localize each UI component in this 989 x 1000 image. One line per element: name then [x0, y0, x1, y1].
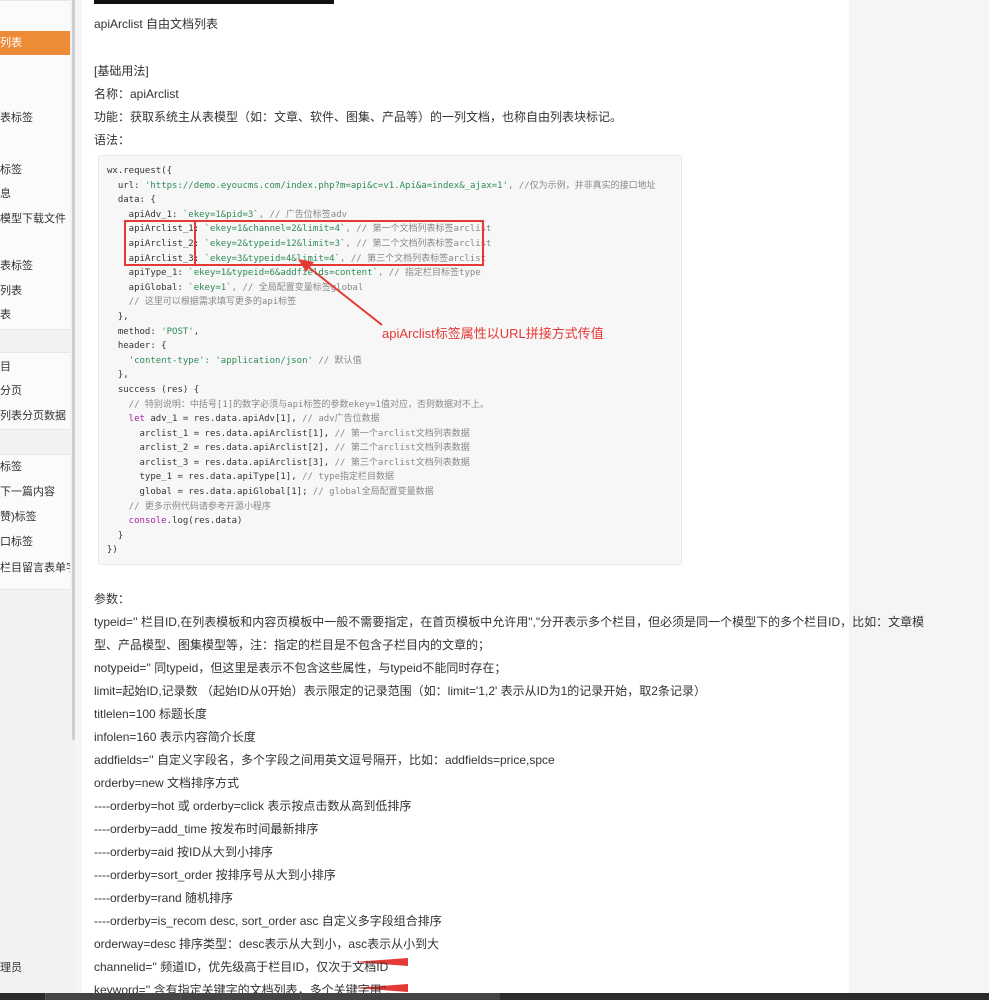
param-line: notypeid='' 同typeid，但这里是表示不包含这些属性，与typei…: [94, 661, 507, 675]
param-line: limit=起始ID,记录数 （起始ID从0开始）表示限定的记录范围（如：lim…: [94, 684, 706, 698]
sidebar-scrollbar[interactable]: [72, 0, 75, 740]
taskbar-button[interactable]: [45, 993, 180, 1000]
sidebar-item[interactable]: 表: [0, 307, 70, 323]
param-line: 型、产品模型、图集模型等，注：指定的栏目是不包含子栏目内的文章的；: [94, 638, 491, 652]
sidebar-item[interactable]: 表标签: [0, 110, 70, 126]
left-sidebar: 列表 表标签 标签 息 模型下载文件 表标签 列表 表 目 分页 列表分页数据 …: [0, 0, 75, 1000]
param-line: ----orderby=sort_order 按排序号从大到小排序: [94, 868, 336, 882]
taskbar: [0, 993, 989, 1000]
params-label: 参数：: [94, 592, 131, 606]
sidebar-item[interactable]: 目: [0, 359, 70, 375]
param-line: ----orderby=rand 随机排序: [94, 891, 234, 905]
param-line: orderway=desc 排序类型：desc表示从大到小，asc表示从小到大: [94, 937, 440, 951]
param-line: ----orderby=add_time 按发布时间最新排序: [94, 822, 319, 836]
param-line: ----orderby=is_recom desc, sort_order as…: [94, 914, 442, 928]
sidebar-item-active[interactable]: 列表: [0, 31, 70, 55]
param-line: typeid='' 栏目ID,在列表模板和内容页模板中一般不需要指定，在首页模板…: [94, 615, 925, 629]
sidebar-item[interactable]: 列表: [0, 283, 70, 299]
main-content: apiArclist 自由文档列表 [基础用法] 名称：apiArclist 功…: [82, 0, 924, 1000]
param-line: channelid='' 频道ID，优先级高于栏目ID，仅次于文档ID: [94, 960, 389, 974]
param-line: orderby=new 文档排序方式: [94, 776, 240, 790]
param-line: ----orderby=hot 或 orderby=click 表示按点击数从高…: [94, 799, 412, 813]
sidebar-item[interactable]: 标签: [0, 162, 70, 178]
taskbar-button[interactable]: [180, 993, 300, 1000]
sidebar-item[interactable]: 息: [0, 186, 70, 202]
sidebar-item[interactable]: 分页: [0, 383, 70, 399]
param-line: addfields='' 自定义字段名，多个字段之间用英文逗号隔开，比如：add…: [94, 753, 555, 767]
sidebar-item[interactable]: 模型下载文件: [0, 211, 70, 227]
param-line: infolen=160 表示内容简介长度: [94, 730, 256, 744]
sidebar-item[interactable]: 赞)标签: [0, 509, 70, 525]
param-line: ----orderby=aid 按ID从大到小排序: [94, 845, 274, 859]
taskbar-button[interactable]: [300, 993, 500, 1000]
sidebar-item[interactable]: 理员: [0, 960, 70, 976]
right-margin: [849, 0, 989, 1000]
sidebar-item[interactable]: 列表分页数据: [0, 408, 70, 424]
arrow-line-annotation: [301, 261, 383, 326]
sidebar-item[interactable]: 表标签: [0, 258, 70, 274]
sidebar-item[interactable]: 口标签: [0, 534, 70, 550]
sidebar-item[interactable]: 标签: [0, 459, 70, 475]
annotation-text: apiArclist标签属性以URL拼接方式传值: [382, 326, 604, 341]
sidebar-item[interactable]: 栏目留言表单字: [0, 560, 70, 576]
sidebar-item[interactable]: 下一篇内容: [0, 484, 70, 500]
param-line: titlelen=100 标题长度: [94, 707, 208, 721]
